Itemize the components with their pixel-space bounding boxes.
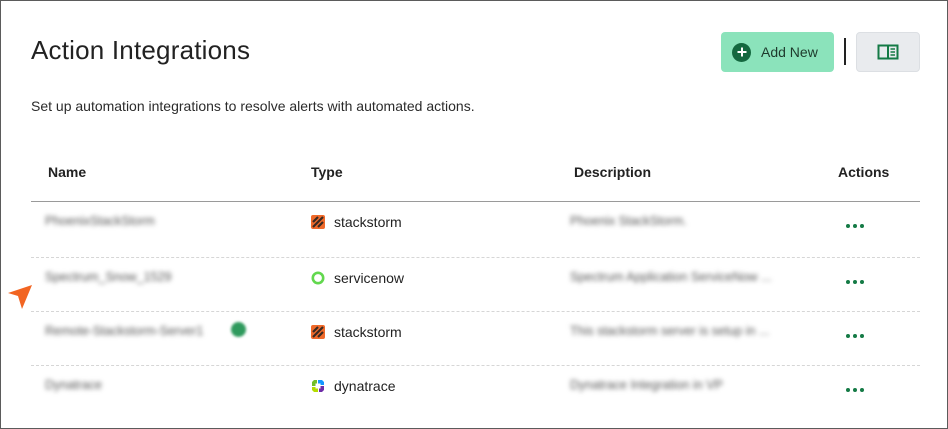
status-badge	[231, 322, 246, 337]
stackstorm-icon	[311, 215, 325, 229]
add-new-button[interactable]: Add New	[721, 32, 834, 72]
row-description: Spectrum Application ServiceNow ...	[570, 270, 772, 284]
row-type: stackstorm	[311, 324, 402, 340]
page-title: Action Integrations	[31, 35, 251, 65]
more-options-icon	[846, 224, 864, 228]
integrations-panel: Action Integrations Add New Set up autom…	[0, 0, 948, 429]
row-type-label: stackstorm	[334, 324, 402, 340]
dynatrace-icon	[312, 380, 324, 392]
column-header-actions: Actions	[838, 164, 890, 180]
column-header-type[interactable]: Type	[311, 164, 343, 180]
plus-circle-icon	[732, 42, 751, 62]
servicenow-icon	[311, 271, 325, 285]
row-type: dynatrace	[311, 378, 395, 394]
column-header-description[interactable]: Description	[574, 164, 651, 180]
book-icon	[877, 44, 899, 60]
stackstorm-icon	[311, 325, 325, 339]
row-actions-menu[interactable]	[846, 224, 864, 228]
row-type-label: servicenow	[334, 270, 405, 286]
more-options-icon	[846, 388, 864, 392]
row-name[interactable]: Remote-Stackstorm-Server1	[45, 324, 203, 338]
row-divider	[31, 365, 920, 366]
row-description: Dynatrace Integration in VP	[570, 378, 723, 392]
toolbar-divider	[844, 38, 846, 65]
row-description: This stackstorm server is setup in ...	[570, 324, 770, 338]
page-subtitle: Set up automation integrations to resolv…	[31, 98, 475, 114]
table-header-divider	[31, 201, 920, 202]
row-actions-menu[interactable]	[846, 388, 864, 392]
more-options-icon	[846, 334, 864, 338]
row-name[interactable]: Dynatrace	[45, 378, 102, 392]
more-options-icon	[846, 280, 864, 284]
row-type-label: stackstorm	[334, 214, 402, 230]
row-divider	[31, 311, 920, 312]
row-type: stackstorm	[311, 214, 402, 230]
row-type: servicenow	[311, 270, 404, 286]
column-header-name[interactable]: Name	[48, 164, 86, 180]
add-new-label: Add New	[761, 44, 818, 60]
row-actions-menu[interactable]	[846, 334, 864, 338]
row-name[interactable]: Spectrum_Snow_1529	[45, 270, 171, 284]
row-description: Phoenix StackStorm.	[570, 214, 687, 228]
row-actions-menu[interactable]	[846, 280, 864, 284]
row-divider	[31, 257, 920, 258]
mouse-cursor-icon	[8, 285, 32, 309]
row-type-label: dynatrace	[334, 378, 396, 394]
row-name[interactable]: PhoenixStackStorm	[45, 214, 155, 228]
documentation-button[interactable]	[856, 32, 920, 72]
